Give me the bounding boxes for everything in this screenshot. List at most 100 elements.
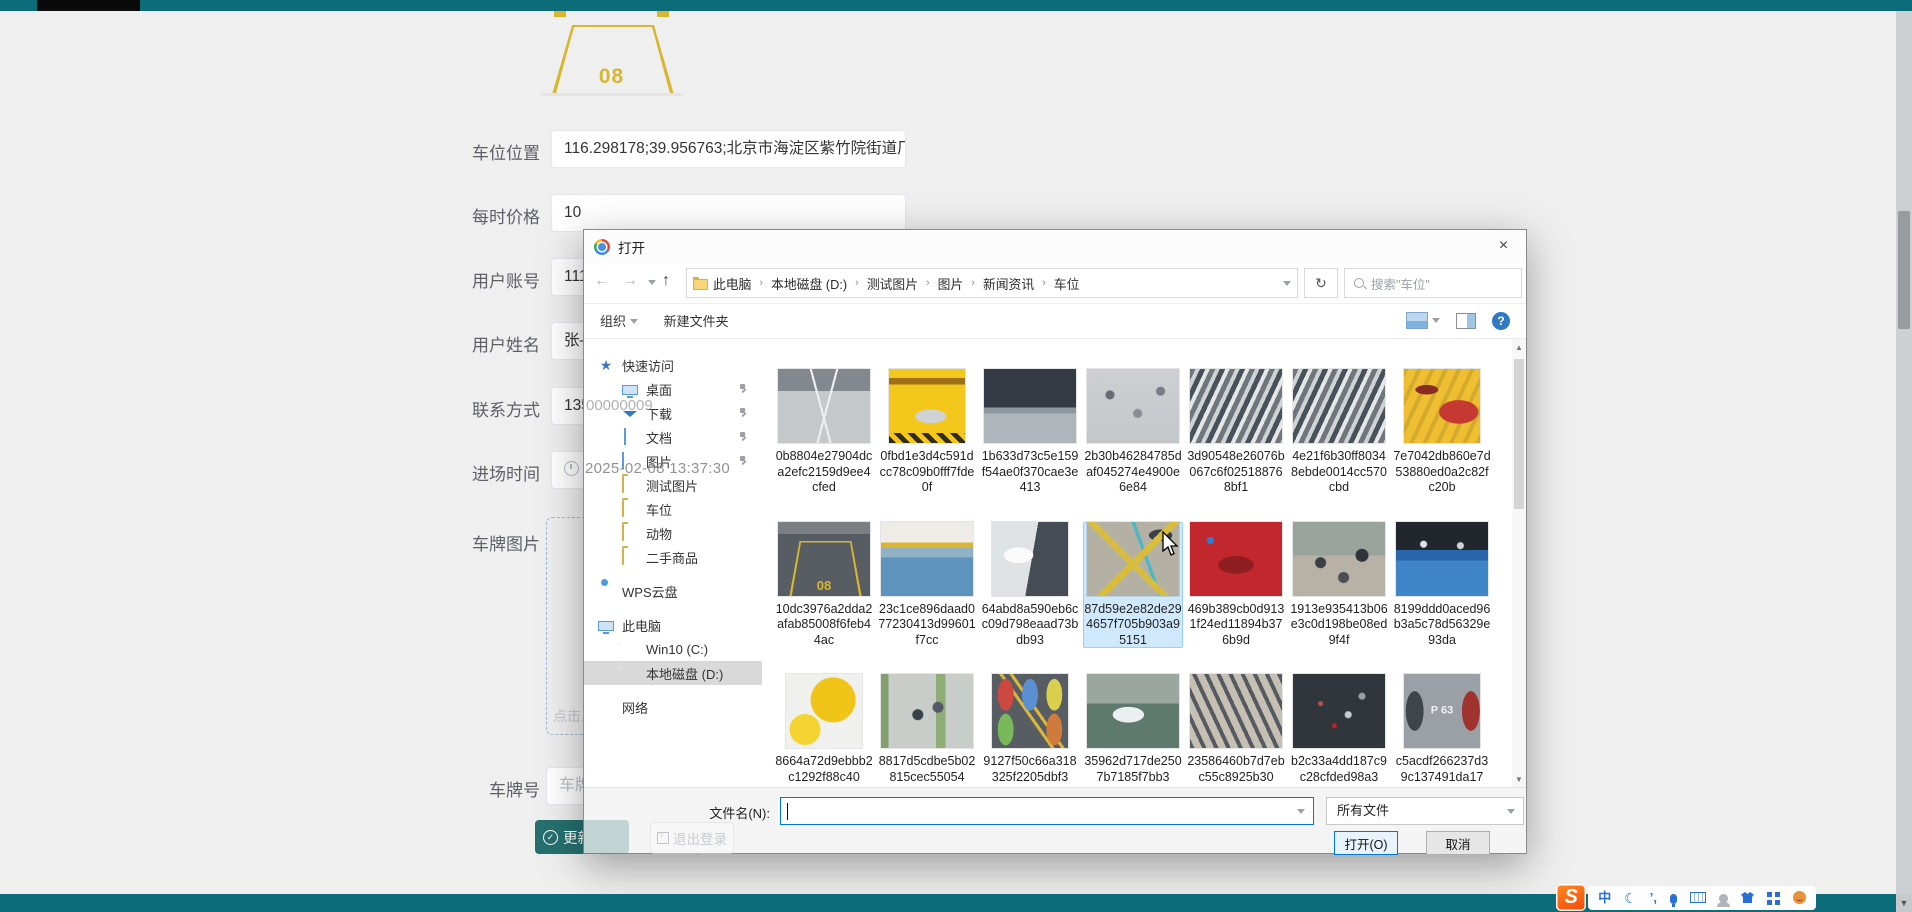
keyboard-icon[interactable] <box>1690 892 1706 903</box>
scroll-up-icon[interactable]: ▲ <box>1512 341 1526 355</box>
sidebar-item-this-pc[interactable]: 此电脑 <box>584 613 762 637</box>
file-item[interactable]: 64abd8a590eb6cc09d798eaad73bdb93 <box>980 522 1080 649</box>
file-item[interactable]: 2b30b46284785daf045274e4900e6e84 <box>1083 369 1183 496</box>
file-thumbnail <box>992 522 1068 596</box>
file-item[interactable]: 0810dc3976a2dda2afab85008f6feb44ac <box>774 522 874 649</box>
microphone-icon[interactable] <box>1670 894 1677 904</box>
sidebar-item-test-images[interactable]: 测试图片 <box>584 473 762 497</box>
filename-input[interactable] <box>781 798 1282 824</box>
ime-lang-icon[interactable]: 中 <box>1598 886 1611 910</box>
file-area-scrollbar[interactable]: ▲ ▼ <box>1512 339 1526 789</box>
organize-button[interactable]: 组织 <box>600 311 638 330</box>
spot-number: 08 <box>599 65 624 89</box>
crumb-separator: › <box>923 277 933 289</box>
crumb-separator: › <box>1039 277 1049 289</box>
top-strip <box>0 0 1912 11</box>
file-item[interactable]: 469b389cb0d9131f24ed11894b376b9d <box>1186 522 1286 649</box>
sidebar-item-secondhand[interactable]: 二手商品 <box>584 545 762 569</box>
scroll-down-icon[interactable]: ▼ <box>1512 773 1526 787</box>
filename-caret-icon[interactable] <box>1297 809 1305 814</box>
skin-icon[interactable] <box>1741 892 1754 903</box>
file-item[interactable]: 9127f50c66a318325f2205dbf3 <box>980 674 1080 785</box>
ime-toolbar: 中 ☾ ’, <box>1588 886 1816 910</box>
sidebar-item-network[interactable]: 网络 <box>584 695 762 719</box>
open-button[interactable]: 打开(O) <box>1334 831 1398 855</box>
file-item[interactable]: 8199ddd0aced96b3a5c78d56329e93da <box>1392 522 1492 649</box>
page-scrollbar-thumb[interactable] <box>1898 211 1910 329</box>
toolbox-icon[interactable] <box>1767 892 1772 897</box>
sidebar-item-win10-c[interactable]: Win10 (C:) <box>584 637 762 661</box>
top-black-box <box>37 0 140 11</box>
file-item[interactable]: 7e7042db860e7d53880ed0a2c82fc20b <box>1392 369 1492 496</box>
file-item[interactable]: 8664a72d9ebbb2c1292f88c40 <box>774 674 874 785</box>
address-bar[interactable]: 此电脑› 本地磁盘 (D:)› 测试图片› 图片› 新闻资讯› 车位 <box>686 268 1298 298</box>
sidebar-item-parking[interactable]: 车位 <box>584 497 762 521</box>
file-item[interactable]: b2c33a4dd187c9c28cfded98a3 <box>1289 674 1389 785</box>
breadcrumb-news[interactable]: 新闻资讯 <box>983 274 1034 293</box>
file-thumbnail <box>992 674 1068 748</box>
sidebar-item-desktop[interactable]: 桌面 <box>584 377 762 401</box>
label-user-name: 用户姓名 <box>400 331 540 356</box>
file-name: 0fbd1e3d4c591dcc78c09b0fff7fde0f <box>878 449 976 496</box>
breadcrumb-parking[interactable]: 车位 <box>1054 274 1080 293</box>
sidebar-item-quick-access[interactable]: ★快速访问 <box>584 353 762 377</box>
file-item[interactable]: P 63c5acdf266237d39c137491da17 <box>1392 674 1492 785</box>
emoji-icon[interactable] <box>1793 891 1806 904</box>
file-item[interactable]: 23c1ce896daad077230413d99601f7cc <box>877 522 977 649</box>
file-name: 8664a72d9ebbb2c1292f88c40 <box>775 754 873 785</box>
sogou-logo[interactable]: S <box>1556 884 1586 911</box>
file-item[interactable]: 0b8804e27904dca2efc2159d9ee4cfed <box>774 369 874 496</box>
sidebar-item-local-disk-d[interactable]: 本地磁盘 (D:) <box>584 661 762 685</box>
preview-pane-icon[interactable] <box>1456 313 1476 329</box>
thumbnail-view-icon <box>1406 312 1428 329</box>
moon-icon[interactable]: ☾ <box>1624 886 1637 910</box>
file-type-select[interactable]: 所有文件 <box>1326 797 1524 825</box>
sidebar-item-downloads[interactable]: 下载 <box>584 401 762 425</box>
thumb-overlay-text: 08 <box>817 578 831 593</box>
refresh-button[interactable]: ↻ <box>1304 268 1338 298</box>
address-caret-icon[interactable] <box>1283 281 1291 286</box>
view-mode-button[interactable] <box>1406 312 1440 329</box>
account-icon[interactable] <box>1719 894 1728 903</box>
hourly-price-input[interactable]: 10 <box>551 194 906 232</box>
file-item[interactable]: 0fbd1e3d4c591dcc78c09b0fff7fde0f <box>877 369 977 496</box>
sidebar-item-pictures[interactable]: 图片 <box>584 449 762 473</box>
scrollbar-thumb[interactable] <box>1514 359 1524 509</box>
file-thumbnail <box>881 674 973 748</box>
back-icon[interactable]: ← <box>594 272 610 290</box>
file-item[interactable]: 1913e935413b06e3c0d198be08ed9f4f <box>1289 522 1389 649</box>
dialog-titlebar[interactable]: 打开 × <box>584 230 1526 263</box>
help-icon[interactable]: ? <box>1492 312 1510 330</box>
file-item[interactable]: 4e21f6b30ff80348ebde0014cc570cbd <box>1289 369 1389 496</box>
sidebar-item-documents[interactable]: 文档 <box>584 425 762 449</box>
parking-location-input[interactable]: 116.298178;39.956763;北京市海淀区紫竹院街道厂洼西街 <box>551 130 906 168</box>
sidebar-item-animals[interactable]: 动物 <box>584 521 762 545</box>
file-item[interactable]: 8817d5cdbe5b02815cec55054 <box>877 674 977 785</box>
file-name: c5acdf266237d39c137491da17 <box>1393 754 1491 785</box>
breadcrumb-drive-d[interactable]: 本地磁盘 (D:) <box>771 274 847 293</box>
breadcrumb-pictures[interactable]: 图片 <box>938 274 964 293</box>
clock-icon <box>564 461 579 476</box>
sidebar-item-wps-cloud[interactable]: WPS云盘 <box>584 579 762 603</box>
punctuation-icon[interactable]: ’, <box>1650 886 1657 910</box>
file-item[interactable]: 23586460b7d7ebc55c8925b30 <box>1186 674 1286 785</box>
page-scrollbar[interactable] <box>1896 11 1912 894</box>
forward-icon[interactable]: → <box>622 272 638 290</box>
page-scroll-down-icon[interactable]: ▼ <box>1896 894 1912 912</box>
breadcrumb-this-pc[interactable]: 此电脑 <box>713 274 751 293</box>
file-item[interactable]: 35962d717de2507b7185f7bb3 <box>1083 674 1183 785</box>
file-thumbnail <box>1396 522 1488 596</box>
label-plate-number: 车牌号 <box>400 776 540 801</box>
file-item[interactable]: 3d90548e26076b067c6f025188768bf1 <box>1186 369 1286 496</box>
up-icon[interactable]: ↑ <box>662 272 670 290</box>
breadcrumb-test-images[interactable]: 测试图片 <box>867 274 918 293</box>
search-box[interactable]: 搜索"车位" <box>1344 268 1522 298</box>
screen: 08 车位位置 每时价格 用户账号 用户姓名 联系方式 进场时间 车牌图片 车牌… <box>0 0 1912 912</box>
close-icon[interactable]: × <box>1481 230 1526 262</box>
new-folder-button[interactable]: 新建文件夹 <box>664 311 729 330</box>
history-caret-icon[interactable] <box>648 280 656 285</box>
pin-icon <box>739 384 748 393</box>
file-item[interactable]: 1b633d73c5e159f54ae0f370cae3e413 <box>980 369 1080 496</box>
cancel-button[interactable]: 取消 <box>1426 831 1490 855</box>
parking-location-value: 116.298178;39.956763;北京市海淀区紫竹院街道厂洼西街 <box>564 140 906 157</box>
